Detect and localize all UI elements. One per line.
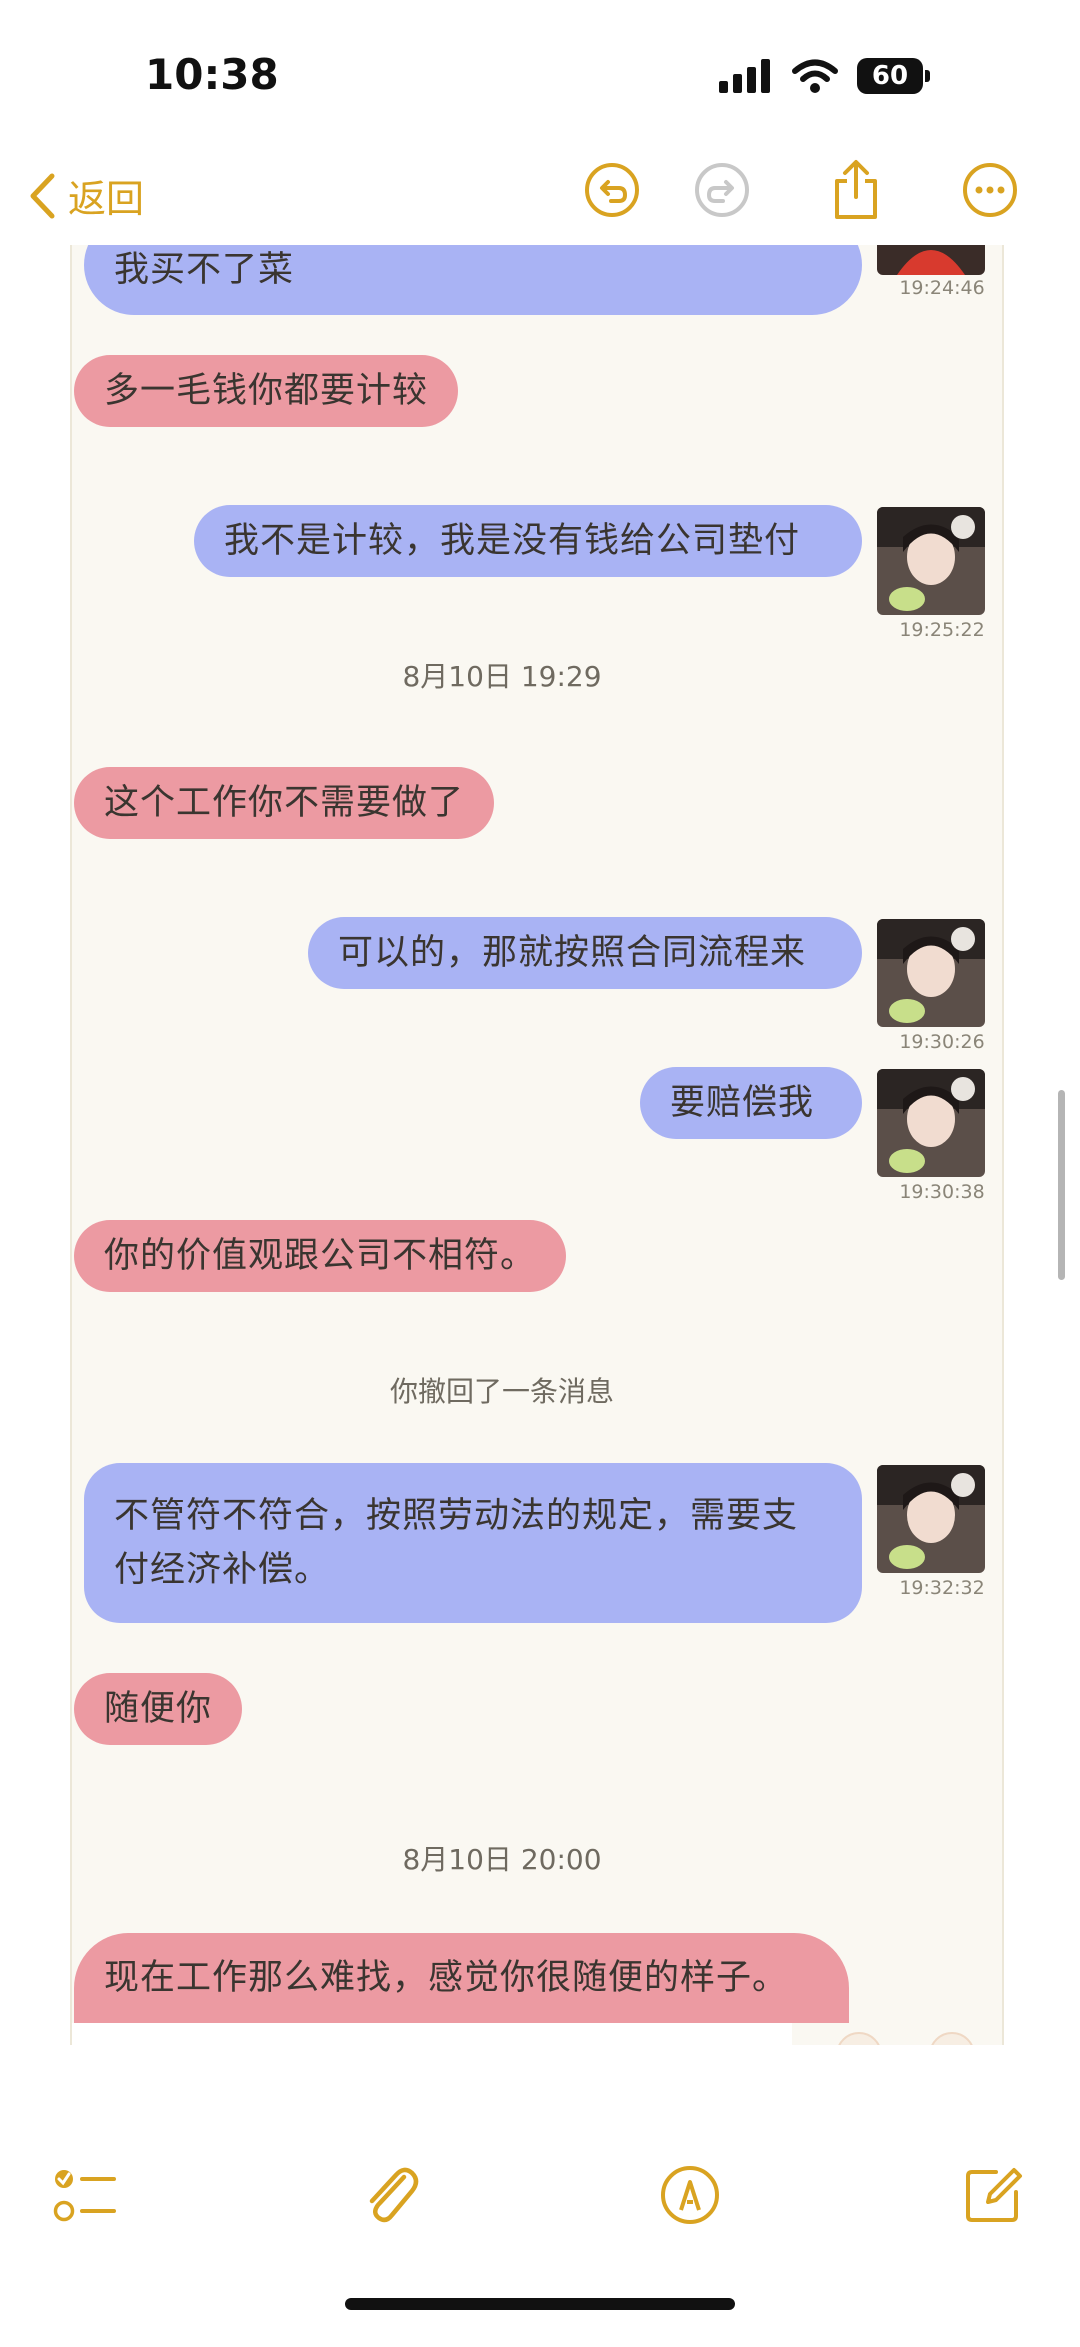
chevron-left-icon: [30, 173, 55, 218]
bottom-toolbar: [0, 2150, 1080, 2270]
undo-button[interactable]: [582, 160, 642, 220]
message-timestamp: 19:30:38: [899, 1181, 985, 1203]
message-bubble-sent: 可以的，那就按照合同流程来: [308, 917, 862, 989]
avatar: [877, 507, 985, 615]
message-bubble-sent: 不管符不符合，按照劳动法的规定，需要支 付经济补偿。: [84, 1463, 862, 1623]
message-timestamp: 19:30:26: [899, 1031, 985, 1053]
message-text: 多一毛钱你都要计较: [104, 371, 429, 411]
redo-icon: [695, 163, 749, 217]
avatar: [877, 1465, 985, 1573]
back-button[interactable]: 返回: [28, 168, 144, 223]
message-bubble-partial: 我买不了菜: [84, 245, 862, 315]
back-label: 返回: [68, 177, 145, 221]
avatar-image: [877, 1465, 985, 1573]
markup-button[interactable]: [655, 2160, 725, 2230]
message-text: 我买不了菜: [114, 250, 295, 290]
share-icon: [835, 160, 877, 219]
message-bubble-received: 你的价值观跟公司不相符。: [74, 1220, 567, 1292]
avatar-image: [877, 919, 985, 1027]
avatar-partial: [877, 245, 985, 275]
battery-level: 60: [857, 58, 923, 94]
sheep-sticker-icon: [931, 2032, 973, 2045]
battery-tip: [925, 70, 930, 82]
scrollbar[interactable]: [1058, 1090, 1065, 1280]
paperclip-icon: [369, 2167, 419, 2223]
message-text: 随便你: [104, 1689, 213, 1729]
message-timestamp: 19:24:46: [899, 277, 985, 299]
nav-bar: 返回: [0, 150, 1080, 250]
message-bubble-received: 现在工作那么难找，感觉你很随便的样子。: [74, 1933, 849, 2023]
message-text: 可以的，那就按照合同流程来: [338, 933, 807, 973]
chat-screenshot: 我买不了菜 19:24:46 多一毛钱你都要计较 我不是计较，我是没有钱给公司垫…: [70, 245, 1004, 2045]
undo-icon: [585, 163, 639, 217]
status-icons: 60: [719, 58, 930, 94]
message-text: 现在工作那么难找，感觉你很随便的样子。: [104, 1958, 789, 1998]
message-timestamp: 19:25:22: [899, 619, 985, 641]
message-text-line-2: 付经济补偿。: [114, 1550, 331, 1590]
message-text: 要赔偿我: [670, 1083, 815, 1123]
message-bubble-sent: 我不是计较，我是没有钱给公司垫付: [194, 505, 862, 577]
pen-markup-icon: [661, 2166, 719, 2224]
message-text: 这个工作你不需要做了: [104, 783, 465, 823]
recall-notice: 你撤回了一条消息: [389, 1375, 614, 1408]
message-bubble-received: 随便你: [74, 1673, 243, 1745]
message-text-line-1: 不管符不符合，按照劳动法的规定，需要支: [114, 1496, 799, 1536]
attach-button[interactable]: [355, 2160, 425, 2230]
avatar-image: [877, 1069, 985, 1177]
home-indicator[interactable]: [345, 2298, 735, 2310]
avatar: [877, 919, 985, 1027]
message-bubble-received: 多一毛钱你都要计较: [74, 355, 459, 427]
checklist-button[interactable]: [50, 2160, 120, 2230]
status-bar: 10:38 60: [0, 0, 1080, 150]
wifi-icon: [792, 59, 838, 93]
more-button[interactable]: [960, 160, 1020, 220]
input-strip: [72, 2023, 792, 2045]
message-timestamp: 19:32:32: [899, 1577, 985, 1599]
message-bubble-received: 这个工作你不需要做了: [74, 767, 495, 839]
date-divider: 8月10日 20:00: [402, 1843, 602, 1876]
sheep-sticker-icon: [838, 2032, 880, 2045]
checklist-icon: [53, 2170, 116, 2222]
message-text: 我不是计较，我是没有钱给公司垫付: [224, 521, 801, 561]
avatar-image: [877, 507, 985, 615]
battery-indicator: 60: [857, 58, 930, 94]
redo-button[interactable]: [692, 160, 752, 220]
share-button[interactable]: [826, 160, 886, 220]
avatar: [877, 1069, 985, 1177]
more-icon: [963, 163, 1017, 217]
compose-icon: [966, 2168, 1022, 2222]
compose-button[interactable]: [958, 2160, 1028, 2230]
signal-icon: [719, 59, 770, 93]
message-text: 你的价值观跟公司不相符。: [104, 1236, 537, 1276]
date-divider: 8月10日 19:29: [402, 660, 602, 693]
status-time: 10:38: [145, 50, 279, 99]
message-bubble-sent: 要赔偿我: [640, 1067, 862, 1139]
avatar-image: [877, 245, 985, 275]
